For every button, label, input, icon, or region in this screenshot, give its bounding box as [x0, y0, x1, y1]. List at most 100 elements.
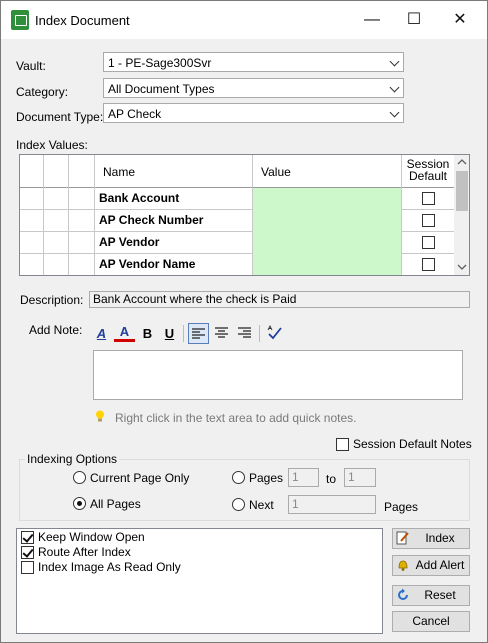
current-page-only-radio[interactable] [73, 471, 86, 484]
indexing-options-label: Indexing Options [25, 452, 120, 466]
chevron-down-icon [389, 82, 400, 93]
session-default-checkbox[interactable] [422, 236, 435, 249]
document-type-select[interactable]: AP Check [103, 103, 404, 123]
align-left-button[interactable] [188, 323, 209, 344]
toolbar-separator [183, 325, 184, 342]
row-value-input[interactable] [253, 188, 402, 210]
align-right-button[interactable] [234, 323, 255, 344]
reset-button[interactable]: Reset [392, 585, 470, 606]
spellcheck-button[interactable] [264, 323, 285, 344]
scroll-up-icon[interactable] [457, 158, 467, 166]
next-pages-input[interactable]: 1 [288, 495, 376, 514]
grid-scrollbar[interactable] [454, 155, 469, 275]
vault-value: 1 - PE-Sage300Svr [108, 56, 212, 70]
session-default-checkbox[interactable] [422, 258, 435, 271]
vault-label: Vault: [16, 59, 46, 73]
cancel-button[interactable]: Cancel [392, 611, 470, 632]
category-select[interactable]: All Document Types [103, 78, 404, 98]
all-pages-radio[interactable] [73, 497, 86, 510]
pages-radio[interactable] [232, 471, 245, 484]
bold-button[interactable]: B [137, 323, 158, 344]
lightbulb-icon [96, 410, 104, 422]
session-default-checkbox[interactable] [422, 214, 435, 227]
index-values-label: Index Values: [16, 138, 88, 152]
row-header [20, 232, 44, 254]
column-header-name[interactable]: Name [95, 155, 253, 188]
close-button[interactable]: ✕ [437, 1, 483, 39]
row-name: AP Check Number [95, 210, 253, 232]
font-icon[interactable]: A [91, 323, 112, 344]
index-values-grid[interactable]: Name Value Session Default Bank Account … [19, 154, 470, 276]
column-header-value[interactable]: Value [253, 155, 402, 188]
session-default-notes-checkbox[interactable] [336, 438, 349, 451]
align-left-icon [192, 328, 205, 339]
row-cell [69, 188, 95, 210]
row-name: AP Vendor [95, 232, 253, 254]
category-value: All Document Types [108, 82, 215, 96]
cancel-button-label: Cancel [412, 614, 450, 628]
app-icon [11, 10, 29, 30]
align-center-button[interactable] [211, 323, 232, 344]
keep-window-open-checkbox[interactable] [21, 531, 34, 544]
header-spacer [20, 155, 44, 188]
header-spacer [69, 155, 95, 188]
vault-select[interactable]: 1 - PE-Sage300Svr [103, 52, 404, 72]
current-page-only-label: Current Page Only [90, 471, 190, 485]
font-color-icon[interactable]: A [114, 323, 135, 342]
column-header-session-default[interactable]: Session Default [402, 155, 454, 188]
next-label: Next [249, 498, 274, 512]
edit-document-icon [396, 531, 409, 545]
note-toolbar: A A B U [89, 321, 467, 347]
index-document-window: Index Document — ☐ ✕ Vault: 1 - PE-Sage3… [0, 0, 488, 643]
refresh-icon [398, 588, 408, 600]
row-cell [44, 232, 69, 254]
category-label: Category: [16, 85, 69, 99]
scroll-down-icon[interactable] [457, 263, 467, 271]
pages-label: Pages [249, 471, 284, 485]
align-center-icon [215, 327, 228, 338]
index-button[interactable]: Index [392, 528, 470, 549]
read-only-label: Index Image As Read Only [38, 560, 181, 574]
pages-to-input[interactable]: 1 [344, 468, 376, 487]
pages-from-input[interactable]: 1 [288, 468, 319, 487]
route-after-index-checkbox[interactable] [21, 546, 34, 559]
all-pages-label: All Pages [90, 497, 141, 511]
read-only-checkbox[interactable] [21, 561, 34, 574]
read-only-option[interactable]: Index Image As Read Only [21, 560, 321, 575]
row-cell [69, 232, 95, 254]
options-checklist[interactable]: Keep Window Open Route After Index Index… [16, 528, 383, 634]
description-field: Bank Account where the check is Paid [89, 291, 470, 308]
pages-to-label: to [326, 472, 337, 486]
column-header-name-text: Name [103, 165, 136, 179]
row-header [20, 254, 44, 275]
underline-button[interactable]: U [159, 323, 180, 344]
minimize-button[interactable]: — [349, 1, 395, 39]
maximize-button[interactable]: ☐ [391, 1, 437, 39]
next-radio[interactable] [232, 498, 245, 511]
keep-window-open-label: Keep Window Open [38, 530, 145, 544]
table-row[interactable]: AP Check Number [20, 210, 454, 232]
row-cell [44, 188, 69, 210]
column-header-value-text: Value [261, 165, 291, 179]
window-title: Index Document [35, 13, 130, 28]
keep-window-open-option[interactable]: Keep Window Open [21, 530, 321, 545]
scrollbar-thumb[interactable] [456, 171, 468, 211]
row-value-input[interactable] [253, 232, 402, 254]
add-alert-button[interactable]: Add Alert [392, 555, 470, 576]
chevron-down-icon [389, 56, 400, 67]
session-default-checkbox[interactable] [422, 192, 435, 205]
table-row[interactable]: Bank Account [20, 188, 454, 210]
table-row[interactable]: AP Vendor Name [20, 254, 454, 275]
route-after-index-option[interactable]: Route After Index [21, 545, 321, 560]
table-row[interactable]: AP Vendor [20, 232, 454, 254]
chevron-down-icon [389, 107, 400, 118]
header-spacer [44, 155, 69, 188]
align-right-icon [238, 327, 251, 338]
row-header [20, 210, 44, 232]
row-value-input[interactable] [253, 254, 402, 275]
title-bar[interactable]: Index Document — ☐ ✕ [1, 1, 487, 39]
add-alert-button-label: Add Alert [415, 558, 465, 572]
index-button-label: Index [425, 531, 455, 545]
row-value-input[interactable] [253, 210, 402, 232]
note-textarea[interactable] [93, 350, 463, 400]
